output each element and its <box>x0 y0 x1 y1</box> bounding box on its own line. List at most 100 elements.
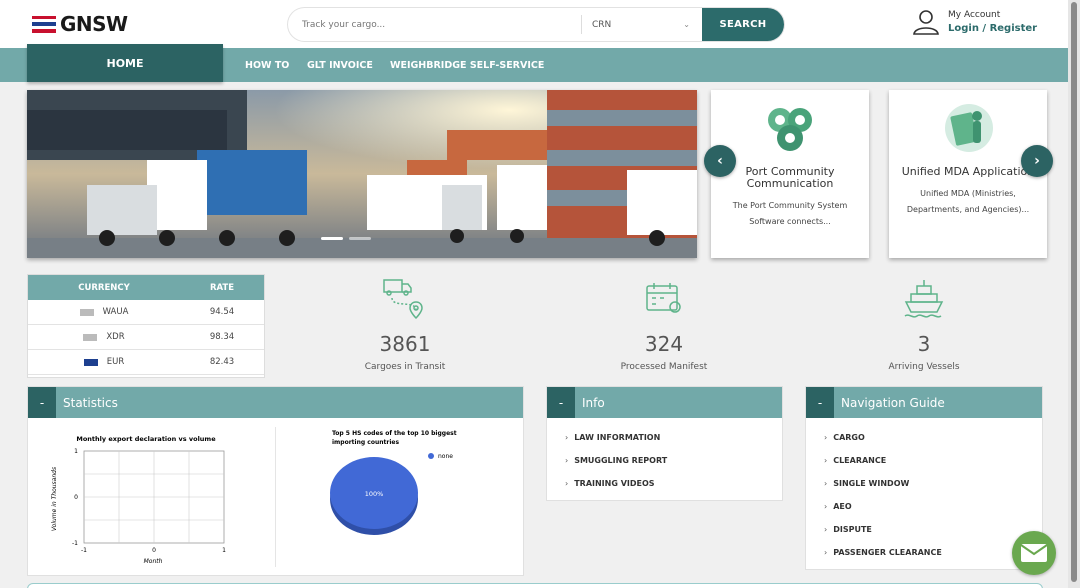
nav-how-to[interactable]: HOW TO <box>245 48 289 82</box>
account-area[interactable]: My Account Login / Register <box>912 8 1037 36</box>
legend-label: none <box>438 453 453 460</box>
link-label: PASSENGER CLEARANCE <box>833 548 942 557</box>
info-link-smuggling-report[interactable]: › SMUGGLING REPORT <box>547 449 782 472</box>
card-title: Port Community Communication <box>745 165 835 190</box>
link-label: SINGLE WINDOW <box>833 479 910 488</box>
collapse-button[interactable]: - <box>547 387 575 418</box>
envelope-icon <box>1021 544 1047 562</box>
eu-flag-icon <box>83 358 98 366</box>
search-button[interactable]: SEARCH <box>702 8 784 41</box>
chevron-right-icon: › <box>565 433 569 442</box>
chevron-right-icon: › <box>824 525 828 534</box>
stat-arriving-vessels: 3 Arriving Vessels <box>824 278 1024 372</box>
chevron-right-icon: › <box>565 456 569 465</box>
login-register-link[interactable]: Login / Register <box>948 23 1037 34</box>
currency-table: CURRENCY RATE WAUA 94.54 XDR 98.34 EUR 8… <box>27 274 265 378</box>
chevron-right-icon: › <box>824 502 828 511</box>
stat-value: 3861 <box>379 332 431 356</box>
link-label: SMUGGLING REPORT <box>574 456 668 465</box>
guide-link-aeo[interactable]: › AEO <box>806 495 1042 518</box>
hero-banner[interactable] <box>27 90 697 258</box>
stat-value: 324 <box>644 332 684 356</box>
collapse-button[interactable]: - <box>28 387 56 418</box>
page-scrollbar[interactable] <box>1068 0 1080 588</box>
guide-link-passenger-clearance[interactable]: › PASSENGER CLEARANCE <box>806 541 1042 564</box>
flag-icon <box>83 333 98 341</box>
y-axis-label: Volume in Thousands <box>51 467 58 531</box>
panel-header: - Navigation Guide <box>806 387 1042 418</box>
table-row: WAUA 94.54 <box>28 300 264 325</box>
pie-chart-hs-codes: Top 5 HS codes of the top 10 biggest imp… <box>330 430 457 535</box>
contact-mail-button[interactable] <box>1012 531 1056 575</box>
guide-link-clearance[interactable]: › CLEARANCE <box>806 449 1042 472</box>
calendar-icon <box>646 283 681 313</box>
table-row: XDR 98.34 <box>28 325 264 350</box>
logo[interactable]: GNSW <box>32 12 128 36</box>
column-header-currency: CURRENCY <box>78 282 130 293</box>
account-label: My Account <box>948 10 1001 20</box>
scrollbar-thumb[interactable] <box>1071 2 1077 582</box>
link-label: TRAINING VIDEOS <box>574 479 655 488</box>
legend-marker <box>428 453 434 459</box>
user-icon <box>913 10 939 35</box>
truck-route-icon <box>383 279 423 320</box>
card-unified-mda[interactable]: Unified MDA Application Unified MDA (Min… <box>889 90 1047 258</box>
currency-code: XDR <box>106 332 125 342</box>
x-axis-label: Month <box>144 558 163 565</box>
chevron-right-icon: › <box>824 456 828 465</box>
document-person-icon <box>945 104 993 152</box>
divider <box>275 427 276 567</box>
currency-code: EUR <box>106 357 125 367</box>
stat-label: Processed Manifest <box>620 362 708 372</box>
stat-value: 3 <box>917 332 931 356</box>
chart-title-line-2: importing countries <box>332 439 399 446</box>
chevron-right-icon: › <box>1034 153 1040 169</box>
search-input[interactable] <box>288 8 581 41</box>
nav-home[interactable]: HOME <box>27 44 223 82</box>
chevron-right-icon: › <box>824 548 828 557</box>
tracking-type-select[interactable]: CRN ⌄ <box>582 8 702 41</box>
currency-rate: 94.54 <box>209 307 235 317</box>
x-tick-label: 1 <box>222 547 226 554</box>
statistics-panel: - Statistics Monthly export declaration … <box>27 386 524 576</box>
link-label: LAW INFORMATION <box>574 433 661 442</box>
currency-code: WAUA <box>102 307 129 317</box>
info-link-training-videos[interactable]: › TRAINING VIDEOS <box>547 472 782 495</box>
link-label: CLEARANCE <box>833 456 887 465</box>
guide-link-single-window[interactable]: › SINGLE WINDOW <box>806 472 1042 495</box>
navigation-guide-panel: - Navigation Guide › CARGO › CLEARANCE › SI… <box>805 386 1043 570</box>
panel-title: Info <box>582 395 605 410</box>
info-link-law-information[interactable]: › LAW INFORMATION <box>547 426 782 449</box>
chart-title-line-1: Top 5 HS codes of the top 10 biggest <box>332 430 457 437</box>
carousel-next-button[interactable]: › <box>1021 145 1053 177</box>
y-tick-label: 1 <box>74 448 78 455</box>
slice-label: 100% <box>365 490 384 498</box>
carousel-prev-button[interactable]: ‹ <box>704 145 736 177</box>
column-header-rate: RATE <box>209 282 235 293</box>
stat-label: Cargoes in Transit <box>364 362 446 372</box>
currency-rate: 98.34 <box>209 332 235 342</box>
table-header: CURRENCY RATE <box>28 275 264 300</box>
collapse-button[interactable]: - <box>806 387 834 418</box>
guide-link-cargo[interactable]: › CARGO <box>806 426 1042 449</box>
chevron-left-icon: ‹ <box>717 153 723 169</box>
chevron-right-icon: › <box>824 433 828 442</box>
card-port-community[interactable]: Port Community Communication The Port Co… <box>711 90 869 258</box>
next-section-edge <box>27 583 1043 588</box>
x-tick-label: -1 <box>81 547 87 554</box>
chevron-right-icon: › <box>824 479 828 488</box>
nav-glt-invoice[interactable]: GLT INVOICE <box>307 48 373 82</box>
carousel-dots[interactable] <box>321 237 371 240</box>
ship-icon <box>904 280 944 318</box>
panel-title: Statistics <box>63 395 118 410</box>
table-row: EUR 82.43 <box>28 350 264 375</box>
y-tick-label: 0 <box>74 494 78 501</box>
card-description: Unified MDA (Ministries, Departments, an… <box>906 189 1030 214</box>
chevron-right-icon: › <box>565 479 569 488</box>
chart-title: Monthly export declaration vs volume <box>76 435 216 443</box>
guide-link-dispute[interactable]: › DISPUTE <box>806 518 1042 541</box>
link-label: DISPUTE <box>833 525 872 534</box>
stat-label: Arriving Vessels <box>888 362 960 372</box>
select-value: CRN <box>592 19 612 30</box>
nav-weighbridge[interactable]: WEIGHBRIDGE SELF-SERVICE <box>390 48 544 82</box>
